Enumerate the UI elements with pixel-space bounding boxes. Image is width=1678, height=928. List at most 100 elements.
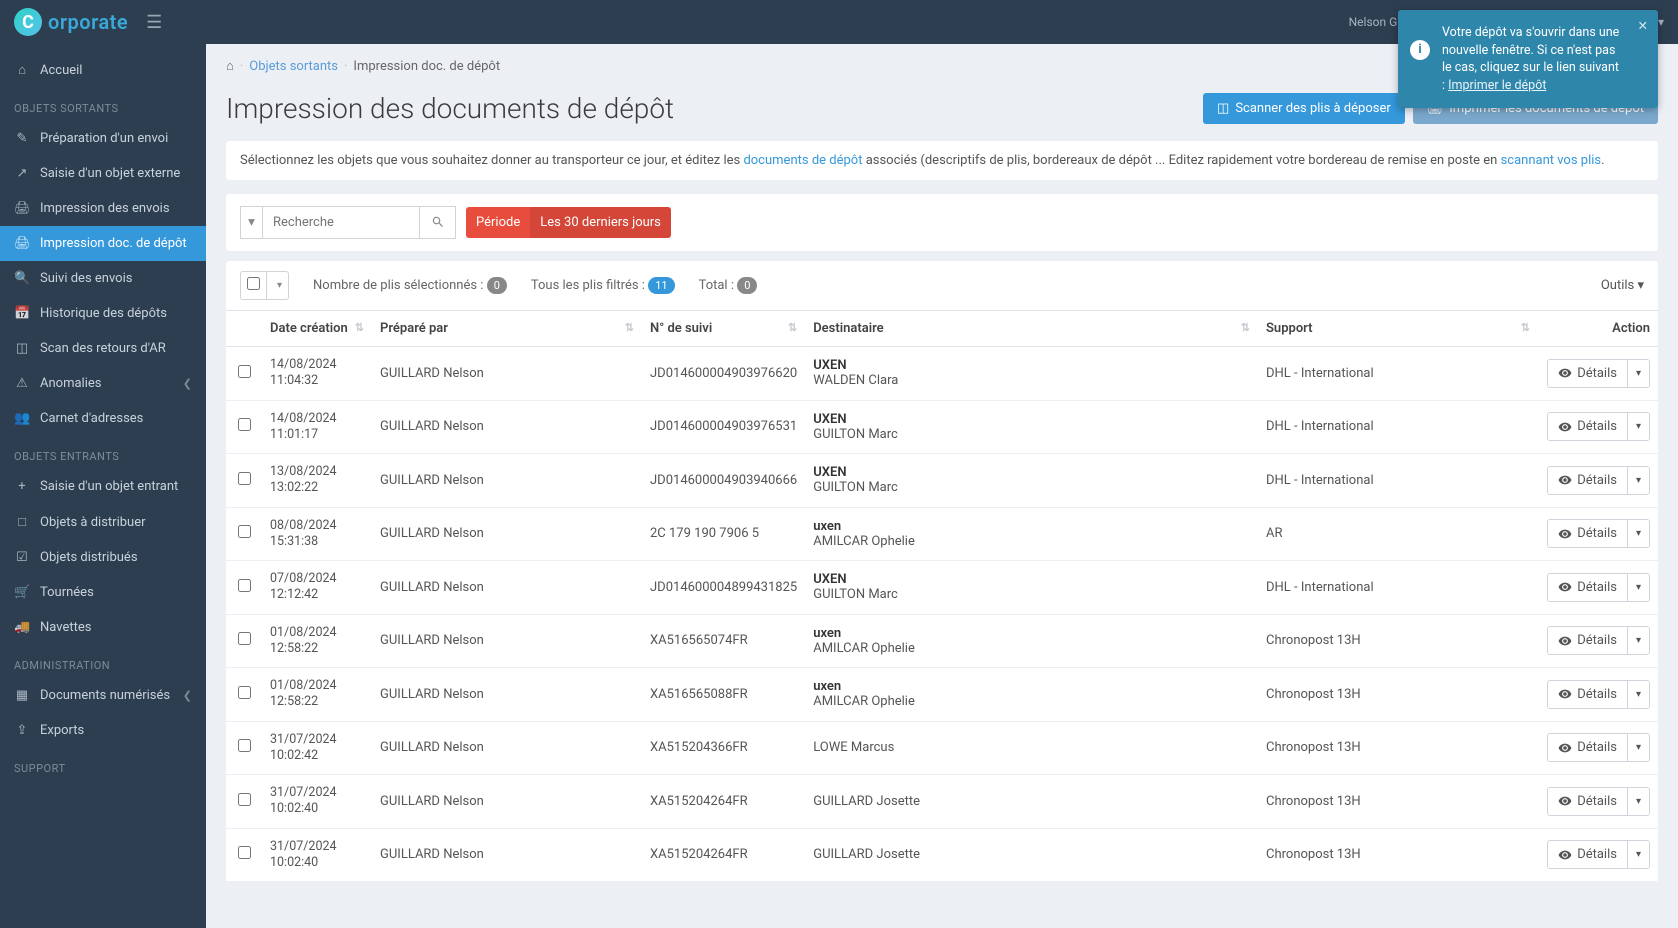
details-dropdown[interactable]: ▾ [1627, 681, 1649, 708]
row-checkbox[interactable] [238, 632, 251, 645]
details-dropdown[interactable]: ▾ [1627, 574, 1649, 601]
col-destinataire[interactable]: Destinataire⇅ [805, 311, 1258, 347]
details-dropdown[interactable]: ▾ [1627, 360, 1649, 387]
period-value: Les 30 derniers jours [530, 207, 671, 238]
cell-destinataire: uxenAMILCAR Ophelie [805, 614, 1258, 668]
details-dropdown[interactable]: ▾ [1627, 467, 1649, 494]
details-dropdown[interactable]: ▾ [1627, 520, 1649, 547]
table-row: 31/07/202410:02:40GUILLARD NelsonXA51520… [226, 828, 1658, 882]
row-checkbox[interactable] [238, 472, 251, 485]
sidebar-item-carnet-adresses[interactable]: 👥Carnet d'adresses [0, 401, 206, 436]
col-support[interactable]: Support⇅ [1258, 311, 1538, 347]
sidebar-item-home[interactable]: ⌂Accueil [0, 52, 206, 88]
sidebar-item-preparation-envoi[interactable]: ✎ Préparation d'un envoi [0, 121, 206, 156]
sidebar-item-historique-depots[interactable]: 📅Historique des dépôts [0, 296, 206, 331]
sidebar-item-impression-doc-depot[interactable]: 🖨Impression doc. de dépôt [0, 226, 206, 261]
search-type-dropdown[interactable]: ▾ [241, 207, 263, 238]
total-badge: 0 [737, 277, 757, 294]
details-dropdown[interactable]: ▾ [1627, 788, 1649, 815]
cell-destinataire: uxenAMILCAR Ophelie [805, 668, 1258, 722]
cell-date: 31/07/202410:02:42 [262, 721, 372, 775]
cell-support: Chronopost 13H [1258, 721, 1538, 775]
details-button[interactable]: Détails [1548, 788, 1627, 815]
sidebar-item-saisie-objet-externe[interactable]: ↗Saisie d'un objet externe [0, 156, 206, 191]
scan-plis-button[interactable]: ◫ Scanner des plis à déposer [1203, 93, 1405, 124]
col-suivi[interactable]: N° de suivi⇅ [642, 311, 805, 347]
period-label: Période [466, 207, 530, 238]
details-button[interactable]: Détails [1548, 413, 1627, 440]
row-checkbox[interactable] [238, 846, 251, 859]
details-dropdown[interactable]: ▾ [1627, 413, 1649, 440]
select-all-checkbox[interactable] [247, 277, 260, 290]
tools-menu[interactable]: Outils ▾ [1601, 278, 1644, 293]
search-input[interactable] [263, 207, 419, 238]
sidebar-item-scan-retours-ar[interactable]: ◫Scan des retours d'AR [0, 331, 206, 366]
toast-close-button[interactable]: ✕ [1638, 18, 1648, 36]
row-checkbox[interactable] [238, 525, 251, 538]
details-button[interactable]: Détails [1548, 520, 1627, 547]
filter-toolbar: ▾ Période Les 30 derniers jours [226, 194, 1658, 251]
sidebar-item-anomalies[interactable]: ⚠Anomalies❮ [0, 366, 206, 401]
info-block: Sélectionnez les objets que vous souhait… [226, 141, 1658, 180]
cell-preparer: GUILLARD Nelson [372, 775, 642, 829]
home-icon: ⌂ [14, 62, 30, 78]
cell-preparer: GUILLARD Nelson [372, 668, 642, 722]
cell-date: 31/07/202410:02:40 [262, 828, 372, 882]
filtered-count: Tous les plis filtrés : 11 [531, 277, 675, 294]
col-date[interactable]: Date création⇅ [262, 311, 372, 347]
details-dropdown[interactable]: ▾ [1627, 734, 1649, 761]
breadcrumb-link-sortants[interactable]: Objets sortants [249, 59, 338, 74]
filtered-badge: 11 [648, 277, 674, 294]
sidebar-item-label: Suivi des envois [40, 271, 132, 286]
row-checkbox[interactable] [238, 793, 251, 806]
sidebar-item-documents-numerises[interactable]: ▦Documents numérisés❮ [0, 678, 206, 713]
row-checkbox[interactable] [238, 686, 251, 699]
check-square-icon: ☑ [14, 550, 30, 565]
sidebar-item-label: Tournées [40, 585, 94, 600]
sidebar-item-label: Préparation d'un envoi [40, 131, 168, 146]
sidebar-item-saisie-objet-entrant[interactable]: +Saisie d'un objet entrant [0, 469, 206, 504]
sidebar-item-objets-distribuer[interactable]: □Objets à distribuer [0, 504, 206, 540]
period-filter[interactable]: Période Les 30 derniers jours [466, 207, 671, 238]
details-button[interactable]: Détails [1548, 360, 1627, 387]
details-button[interactable]: Détails [1548, 467, 1627, 494]
sidebar-item-tournees[interactable]: 🛒Tournées [0, 575, 206, 610]
details-button[interactable]: Détails [1548, 841, 1627, 868]
home-icon[interactable]: ⌂ [226, 58, 234, 74]
selected-count: Nombre de plis sélectionnés : 0 [313, 277, 507, 294]
info-text: associés (descriptifs de plis, bordereau… [862, 153, 1500, 168]
sidebar-item-objets-distribues[interactable]: ☑Objets distribués [0, 540, 206, 575]
toast-link[interactable]: Imprimer le dépôt [1448, 78, 1546, 93]
app-logo[interactable]: C orporate [14, 8, 128, 36]
hamburger-icon[interactable]: ☰ [146, 12, 162, 33]
table-row: 14/08/202411:01:17GUILLARD NelsonJD01460… [226, 400, 1658, 454]
details-button[interactable]: Détails [1548, 681, 1627, 708]
details-button[interactable]: Détails [1548, 574, 1627, 601]
details-button[interactable]: Détails [1548, 627, 1627, 654]
details-button[interactable]: Détails [1548, 734, 1627, 761]
chevron-down-icon: ▾ [1658, 15, 1664, 29]
eye-icon [1558, 794, 1572, 808]
info-link-scanner[interactable]: scannant vos plis [1501, 153, 1602, 168]
select-all-dropdown[interactable]: ▾ [271, 275, 288, 296]
info-link-documents[interactable]: documents de dépôt [743, 153, 862, 168]
sidebar: ⌂Accueil OBJETS SORTANTS ✎Préparation d'… [0, 44, 206, 928]
sidebar-item-exports[interactable]: ⇪Exports [0, 713, 206, 748]
details-dropdown[interactable]: ▾ [1627, 841, 1649, 868]
cell-support: Chronopost 13H [1258, 614, 1538, 668]
sort-icon: ⇅ [1521, 321, 1530, 334]
sidebar-item-impression-envois[interactable]: 🖨Impression des envois [0, 191, 206, 226]
details-dropdown[interactable]: ▾ [1627, 627, 1649, 654]
row-checkbox[interactable] [238, 418, 251, 431]
sidebar-item-label: Carnet d'adresses [40, 411, 143, 426]
row-checkbox[interactable] [238, 739, 251, 752]
print-icon: 🖨 [14, 236, 30, 251]
pencil-icon: ✎ [14, 131, 30, 146]
cell-support: DHL - International [1258, 400, 1538, 454]
sidebar-item-navettes[interactable]: 🚚Navettes [0, 610, 206, 645]
col-preparer[interactable]: Préparé par⇅ [372, 311, 642, 347]
sidebar-item-suivi-envois[interactable]: 🔍Suivi des envois [0, 261, 206, 296]
row-checkbox[interactable] [238, 579, 251, 592]
search-button[interactable] [419, 207, 455, 238]
row-checkbox[interactable] [238, 365, 251, 378]
